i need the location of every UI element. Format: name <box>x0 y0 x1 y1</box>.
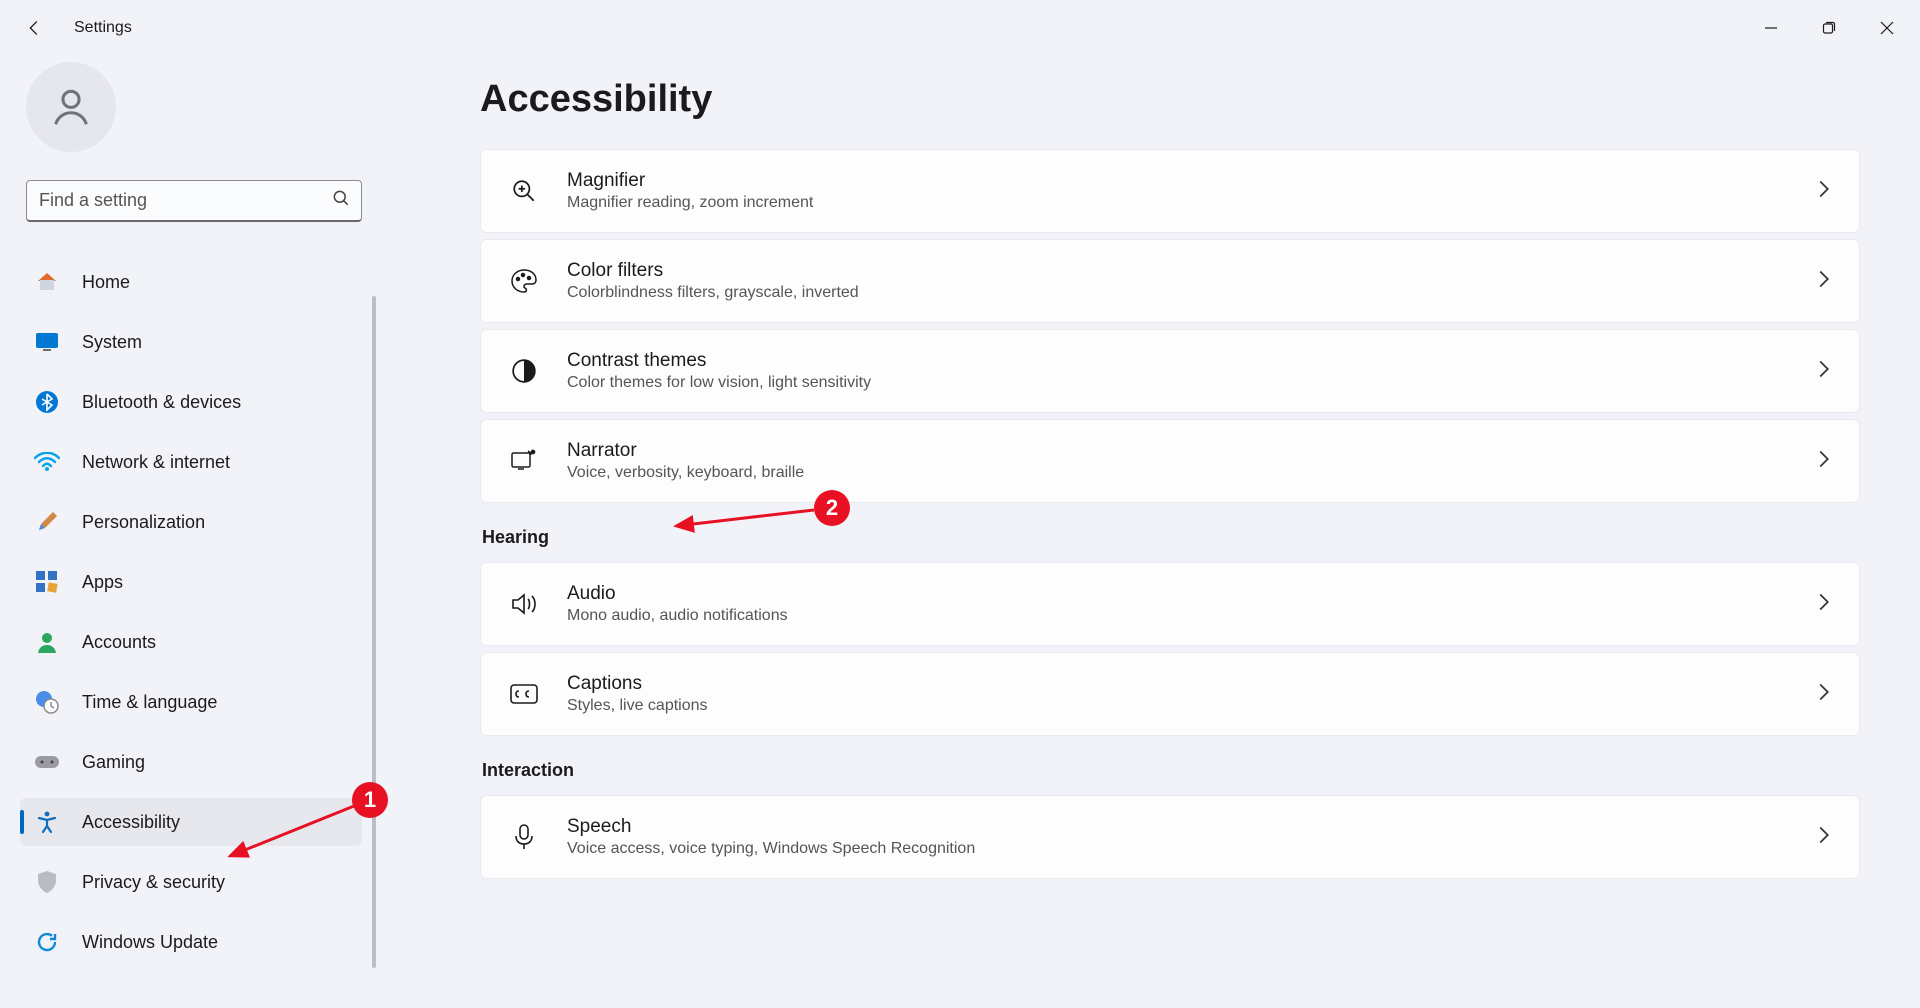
search-field[interactable] <box>26 180 362 222</box>
sidebar-item-label: Accessibility <box>82 812 180 833</box>
card-audio[interactable]: Audio Mono audio, audio notifications <box>480 562 1860 646</box>
section-label-interaction: Interaction <box>482 760 1860 781</box>
card-subtitle: Styles, live captions <box>567 697 1817 715</box>
captions-icon <box>509 679 539 709</box>
back-button[interactable] <box>22 16 46 40</box>
search-icon <box>331 188 351 213</box>
card-contrast-themes[interactable]: Contrast themes Color themes for low vis… <box>480 329 1860 413</box>
sidebar-nav: Home System Bluetooth & devices Network … <box>20 258 362 1008</box>
clock-globe-icon <box>34 689 60 715</box>
sidebar-item-label: Apps <box>82 572 123 593</box>
sidebar-item-label: Network & internet <box>82 452 230 473</box>
home-icon <box>34 269 60 295</box>
wifi-icon <box>34 449 60 475</box>
card-subtitle: Voice, verbosity, keyboard, braille <box>567 464 1817 482</box>
sidebar-item-apps[interactable]: Apps <box>20 558 362 606</box>
card-speech[interactable]: Speech Voice access, voice typing, Windo… <box>480 795 1860 879</box>
sidebar-item-label: Accounts <box>82 632 156 653</box>
contrast-icon <box>509 356 539 386</box>
card-subtitle: Mono audio, audio notifications <box>567 607 1817 625</box>
page-title: Accessibility <box>480 78 1884 121</box>
card-narrator[interactable]: Narrator Voice, verbosity, keyboard, bra… <box>480 419 1860 503</box>
maximize-button[interactable] <box>1800 8 1858 48</box>
chevron-right-icon <box>1817 825 1831 850</box>
card-subtitle: Voice access, voice typing, Windows Spee… <box>567 840 1817 858</box>
card-captions[interactable]: Captions Styles, live captions <box>480 652 1860 736</box>
search-input[interactable] <box>39 190 331 211</box>
sidebar-item-home[interactable]: Home <box>20 258 362 306</box>
shield-icon <box>34 869 60 895</box>
sidebar-item-time-language[interactable]: Time & language <box>20 678 362 726</box>
card-subtitle: Colorblindness filters, grayscale, inver… <box>567 284 1817 302</box>
sidebar-item-label: Bluetooth & devices <box>82 392 241 413</box>
gamepad-icon <box>34 749 60 775</box>
title-bar: Settings <box>0 0 1920 56</box>
card-title: Captions <box>567 673 1817 695</box>
sidebar-item-system[interactable]: System <box>20 318 362 366</box>
sidebar-item-label: Time & language <box>82 692 217 713</box>
sidebar-item-gaming[interactable]: Gaming <box>20 738 362 786</box>
card-title: Contrast themes <box>567 350 1817 372</box>
narrator-icon <box>509 446 539 476</box>
update-icon <box>34 929 60 955</box>
card-title: Audio <box>567 583 1817 605</box>
system-icon <box>34 329 60 355</box>
card-subtitle: Color themes for low vision, light sensi… <box>567 374 1817 392</box>
sidebar-item-personalization[interactable]: Personalization <box>20 498 362 546</box>
palette-icon <box>509 266 539 296</box>
card-title: Magnifier <box>567 170 1817 192</box>
chevron-right-icon <box>1817 682 1831 707</box>
card-title: Narrator <box>567 440 1817 462</box>
annotation-badge-2: 2 <box>814 490 850 526</box>
window-title: Settings <box>74 19 132 37</box>
sidebar-scrollbar[interactable] <box>372 296 376 968</box>
window-controls <box>1742 8 1916 48</box>
sidebar-item-windows-update[interactable]: Windows Update <box>20 918 362 966</box>
user-avatar[interactable] <box>26 62 116 152</box>
bluetooth-icon <box>34 389 60 415</box>
main-content: Accessibility Magnifier Magnifier readin… <box>380 56 1920 1008</box>
sidebar-item-label: Home <box>82 272 130 293</box>
annotation-badge-1: 1 <box>352 782 388 818</box>
chevron-right-icon <box>1817 359 1831 384</box>
chevron-right-icon <box>1817 592 1831 617</box>
sidebar-item-accounts[interactable]: Accounts <box>20 618 362 666</box>
close-button[interactable] <box>1858 8 1916 48</box>
chevron-right-icon <box>1817 179 1831 204</box>
chevron-right-icon <box>1817 449 1831 474</box>
card-magnifier[interactable]: Magnifier Magnifier reading, zoom increm… <box>480 149 1860 233</box>
microphone-icon <box>509 822 539 852</box>
sidebar-item-label: Gaming <box>82 752 145 773</box>
card-title: Speech <box>567 816 1817 838</box>
card-color-filters[interactable]: Color filters Colorblindness filters, gr… <box>480 239 1860 323</box>
accounts-icon <box>34 629 60 655</box>
card-title: Color filters <box>567 260 1817 282</box>
magnifier-icon <box>509 176 539 206</box>
accessibility-icon <box>34 809 60 835</box>
annotation-arrow-1 <box>222 800 362 870</box>
chevron-right-icon <box>1817 269 1831 294</box>
sidebar-item-label: Privacy & security <box>82 872 225 893</box>
sidebar-item-network[interactable]: Network & internet <box>20 438 362 486</box>
apps-icon <box>34 569 60 595</box>
sidebar-item-label: Windows Update <box>82 932 218 953</box>
sidebar-item-label: Personalization <box>82 512 205 533</box>
sidebar-item-label: System <box>82 332 142 353</box>
sidebar-item-bluetooth[interactable]: Bluetooth & devices <box>20 378 362 426</box>
annotation-arrow-2 <box>670 506 820 536</box>
card-subtitle: Magnifier reading, zoom increment <box>567 194 1817 212</box>
minimize-button[interactable] <box>1742 8 1800 48</box>
paintbrush-icon <box>34 509 60 535</box>
speaker-icon <box>509 589 539 619</box>
